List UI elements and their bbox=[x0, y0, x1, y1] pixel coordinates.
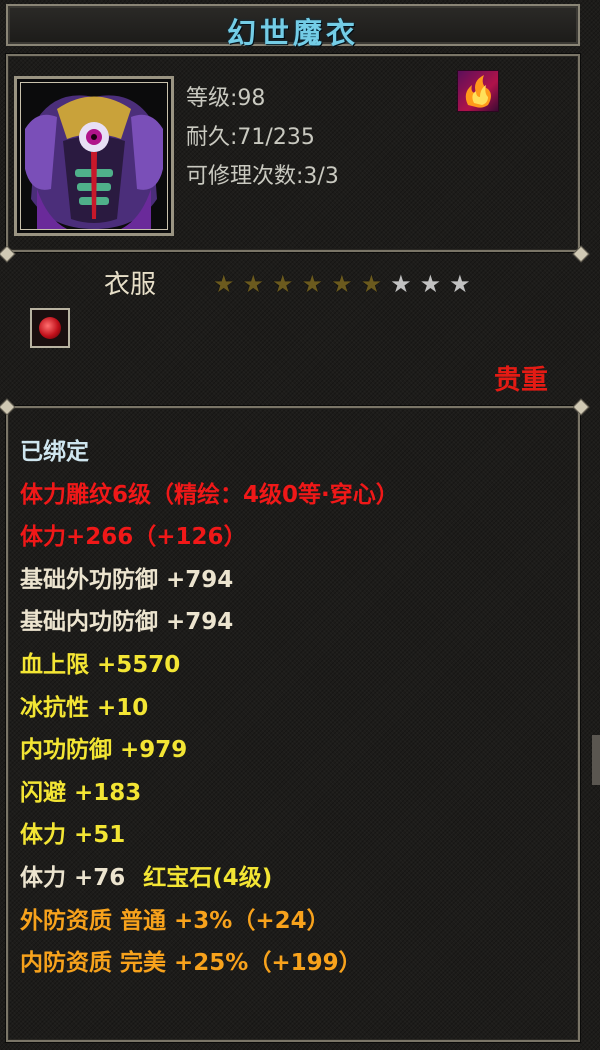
item-portrait bbox=[14, 76, 174, 236]
property-line: 外防资质 普通 +3%（+24） bbox=[20, 901, 330, 935]
property-text: 已绑定 bbox=[20, 439, 89, 465]
property-line: 内功防御 +979 bbox=[20, 730, 187, 764]
filled-star-icon: ★ bbox=[213, 270, 235, 298]
item-name: 幻世魔衣 bbox=[226, 16, 359, 50]
property-line: 内防资质 完美 +25%（+199） bbox=[20, 943, 362, 977]
item-rarity: 贵重 bbox=[494, 365, 548, 396]
property-line: 闪避 +183 bbox=[20, 773, 141, 807]
property-text: 体力雕纹6级（精绘：4级0等·穿心） bbox=[20, 481, 399, 508]
scroll-handle[interactable] bbox=[592, 735, 600, 785]
property-line: 基础外功防御 +794 bbox=[20, 560, 233, 594]
filled-star-icon: ★ bbox=[360, 270, 383, 298]
property-line: 基础内功防御 +794 bbox=[20, 602, 233, 636]
property-text: 外防资质 普通 +3%（+24） bbox=[20, 907, 330, 934]
property-text: 体力 +51 bbox=[20, 822, 126, 849]
filled-star-icon: ★ bbox=[301, 270, 324, 298]
property-line: 体力 +76 红宝石(4级) bbox=[20, 858, 272, 892]
property-text: 体力 +76 bbox=[20, 865, 126, 891]
filled-star-icon: ★ bbox=[272, 270, 294, 298]
property-line: 体力 +51 bbox=[20, 815, 125, 849]
property-line: 体力雕纹6级（精绘：4级0等·穿心） bbox=[20, 475, 399, 509]
item-repair-count: 可修理次数:3/3 bbox=[186, 164, 339, 189]
property-text: 内防资质 完美 +25%（+199） bbox=[20, 950, 362, 977]
property-text: 冰抗性 +10 bbox=[20, 694, 149, 721]
title-bar: 幻世魔衣 bbox=[6, 4, 580, 50]
ruby-gem-icon bbox=[39, 317, 61, 339]
empty-star-icon: ★ bbox=[419, 270, 442, 298]
flame-skill-icon[interactable] bbox=[457, 70, 499, 112]
item-type: 衣服 bbox=[104, 270, 157, 300]
gem-label: 红宝石(4级) bbox=[143, 865, 273, 891]
property-text: 闪避 +183 bbox=[20, 779, 142, 806]
star-rating: ★ ★ ★ ★ ★ ★ ★ ★ ★ bbox=[213, 270, 471, 298]
property-line: 血上限 +5570 bbox=[20, 645, 180, 679]
property-line: 体力+266（+126） bbox=[20, 517, 247, 551]
filled-star-icon: ★ bbox=[331, 270, 353, 298]
filled-star-icon: ★ bbox=[242, 270, 265, 298]
flame-icon bbox=[465, 75, 491, 108]
armor-robe-icon bbox=[17, 79, 171, 233]
property-text: 内功防御 +979 bbox=[20, 737, 188, 764]
property-line: 冰抗性 +10 bbox=[20, 688, 148, 722]
property-text: 体力+266（+126） bbox=[20, 524, 247, 551]
item-durability: 耐久:71/235 bbox=[186, 125, 315, 150]
item-level: 等级:98 bbox=[186, 86, 266, 111]
property-text: 基础内功防御 +794 bbox=[20, 609, 234, 636]
empty-star-icon: ★ bbox=[390, 270, 412, 298]
property-text: 血上限 +5570 bbox=[20, 652, 181, 678]
property-line: 已绑定 bbox=[20, 432, 89, 466]
empty-star-icon: ★ bbox=[449, 270, 471, 298]
red-gem-socket-icon[interactable] bbox=[30, 308, 70, 348]
property-text: 基础外功防御 +794 bbox=[20, 566, 234, 593]
